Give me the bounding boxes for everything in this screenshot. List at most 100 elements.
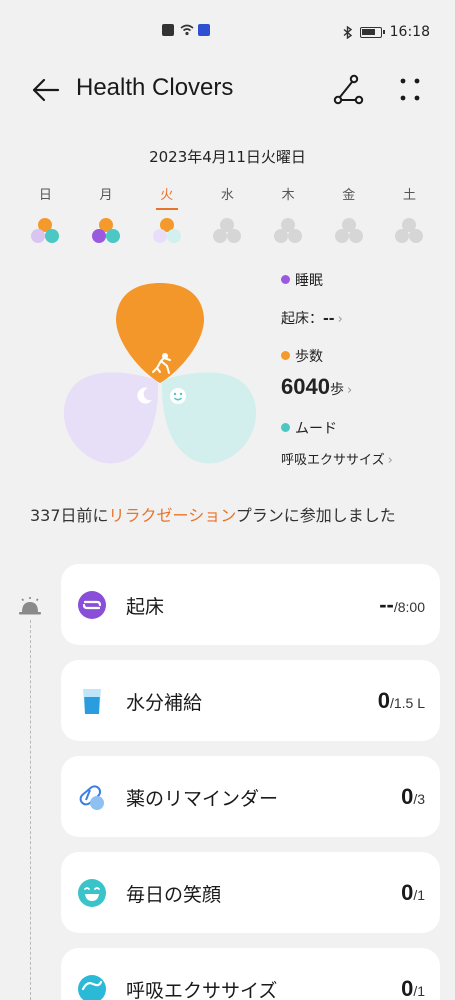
mood-leaf <box>161 372 257 464</box>
pill-icon <box>79 785 104 810</box>
wake-label: 起床： <box>281 311 323 327</box>
day-label: 火 <box>136 186 197 206</box>
battery-icon <box>359 26 385 38</box>
card-value-goal: /1 <box>413 983 425 999</box>
day-clover-icon <box>92 218 121 244</box>
card-value-goal: /8:00 <box>393 599 425 615</box>
smile-face-icon <box>78 879 106 907</box>
day-label: 木 <box>281 188 295 203</box>
app-notification-icon <box>198 24 210 36</box>
steps-leaf <box>115 283 205 383</box>
day-1[interactable]: 月 <box>76 186 137 256</box>
card-label: 薬のリマインダー <box>126 788 279 810</box>
plan-suffix: プランに参加しました <box>235 506 396 525</box>
water-glass-icon <box>83 689 101 714</box>
wifi-icon <box>180 24 194 36</box>
card-label: 起床 <box>126 596 165 618</box>
steps-value: 6040 <box>281 374 330 399</box>
mood-dot <box>281 423 290 432</box>
timeline-line <box>30 620 31 1000</box>
card-value-goal: /1 <box>413 887 425 903</box>
clover-leaf <box>31 229 46 243</box>
more-dots-icon <box>400 78 420 101</box>
app-header: Health Clovers <box>0 70 455 110</box>
steps-dot <box>281 351 290 360</box>
card-smile[interactable]: 毎日の笑顔 0/1 <box>61 852 440 933</box>
card-value: 0/1.5 L <box>378 688 425 714</box>
more-button[interactable] <box>395 74 427 106</box>
mood-row[interactable]: 呼吸エクササイズ › <box>281 449 393 468</box>
card-value: 0/1 <box>401 976 425 1000</box>
chevron-right-icon: › <box>387 453 393 468</box>
plan-prefix: 337日前に <box>30 506 109 525</box>
status-bar: 16:18 <box>0 0 455 48</box>
week-selector: 日 月火 水 木 金 土 <box>15 186 440 256</box>
smile-icon <box>170 388 186 404</box>
clover-leaf <box>274 229 289 243</box>
clover-leaf <box>395 229 410 243</box>
legend-sleep: 睡眠 <box>281 270 323 290</box>
card-wake-up[interactable]: 起床 --/8:00 <box>61 564 440 645</box>
health-clover-chart <box>63 283 257 464</box>
current-date: 2023年4月11日火曜日 <box>149 148 306 166</box>
day-clover-icon <box>274 218 303 244</box>
back-button[interactable] <box>30 74 62 106</box>
wake-row[interactable]: 起床：-- › <box>281 308 343 328</box>
day-label: 土 <box>402 188 416 203</box>
sleep-label: 睡眠 <box>295 273 323 289</box>
day-0[interactable]: 日 <box>15 186 76 256</box>
day-label: 日 <box>38 188 52 203</box>
status-system-icons: 16:18 <box>343 24 430 40</box>
wake-value: -- <box>323 311 335 327</box>
plan-name-link[interactable]: リラクゼーション <box>109 506 236 525</box>
card-value-goal: /1.5 L <box>389 695 425 711</box>
card-value: --/8:00 <box>379 592 425 618</box>
card-label: 呼吸エクササイズ <box>126 980 278 1000</box>
card-value-main: -- <box>379 592 394 617</box>
card-label: 毎日の笑顔 <box>126 884 222 906</box>
day-clover-icon <box>213 218 242 244</box>
share-button[interactable] <box>332 74 364 106</box>
steps-label: 歩数 <box>295 349 323 365</box>
day-5[interactable]: 金 <box>318 186 379 256</box>
card-value-main: 0 <box>401 976 414 1000</box>
clover-leaf <box>45 229 60 243</box>
steps-row[interactable]: 6040歩 › <box>281 374 352 400</box>
card-value-goal: /3 <box>413 791 425 807</box>
steps-unit: 歩 <box>329 382 344 398</box>
day-label: 水 <box>220 188 234 203</box>
clover-leaf <box>288 229 303 243</box>
day-label: 金 <box>342 188 356 203</box>
clover-leaf <box>106 229 121 243</box>
day-2[interactable]: 火 <box>136 186 197 256</box>
sleep-leaf <box>63 372 159 464</box>
alert-icon <box>162 24 174 36</box>
day-clover-icon <box>395 218 424 244</box>
status-notification-icons <box>162 24 210 36</box>
card-medicine[interactable]: 薬のリマインダー 0/3 <box>61 756 440 837</box>
day-clover-icon <box>334 218 363 244</box>
sleep-dot <box>281 275 290 284</box>
clover-leaf <box>348 229 363 243</box>
card-value-main: 0 <box>377 688 390 713</box>
plan-join-text: 337日前にリラクゼーションプランに参加しました <box>30 502 430 530</box>
chevron-right-icon: › <box>337 312 343 327</box>
clover-leaf <box>92 229 107 243</box>
day-6[interactable]: 土 <box>379 186 440 256</box>
card-breathing[interactable]: 呼吸エクササイズ 0/1 <box>61 948 440 1000</box>
clover-leaf <box>152 229 167 243</box>
wake-up-icon <box>78 591 106 619</box>
day-4[interactable]: 木 <box>258 186 319 256</box>
card-value-main: 0 <box>401 784 414 809</box>
arrow-left-icon <box>32 78 60 102</box>
clover-leaf <box>227 229 242 243</box>
day-3[interactable]: 水 <box>197 186 258 256</box>
alarm-bell-icon <box>19 597 41 615</box>
card-value: 0/1 <box>401 880 425 906</box>
card-label: 水分補給 <box>126 692 203 714</box>
bluetooth-icon <box>343 25 352 39</box>
mood-label: ムード <box>295 421 337 437</box>
card-hydration[interactable]: 水分補給 0/1.5 L <box>61 660 440 741</box>
share-icon <box>333 74 364 105</box>
status-time: 16:18 <box>389 24 430 40</box>
